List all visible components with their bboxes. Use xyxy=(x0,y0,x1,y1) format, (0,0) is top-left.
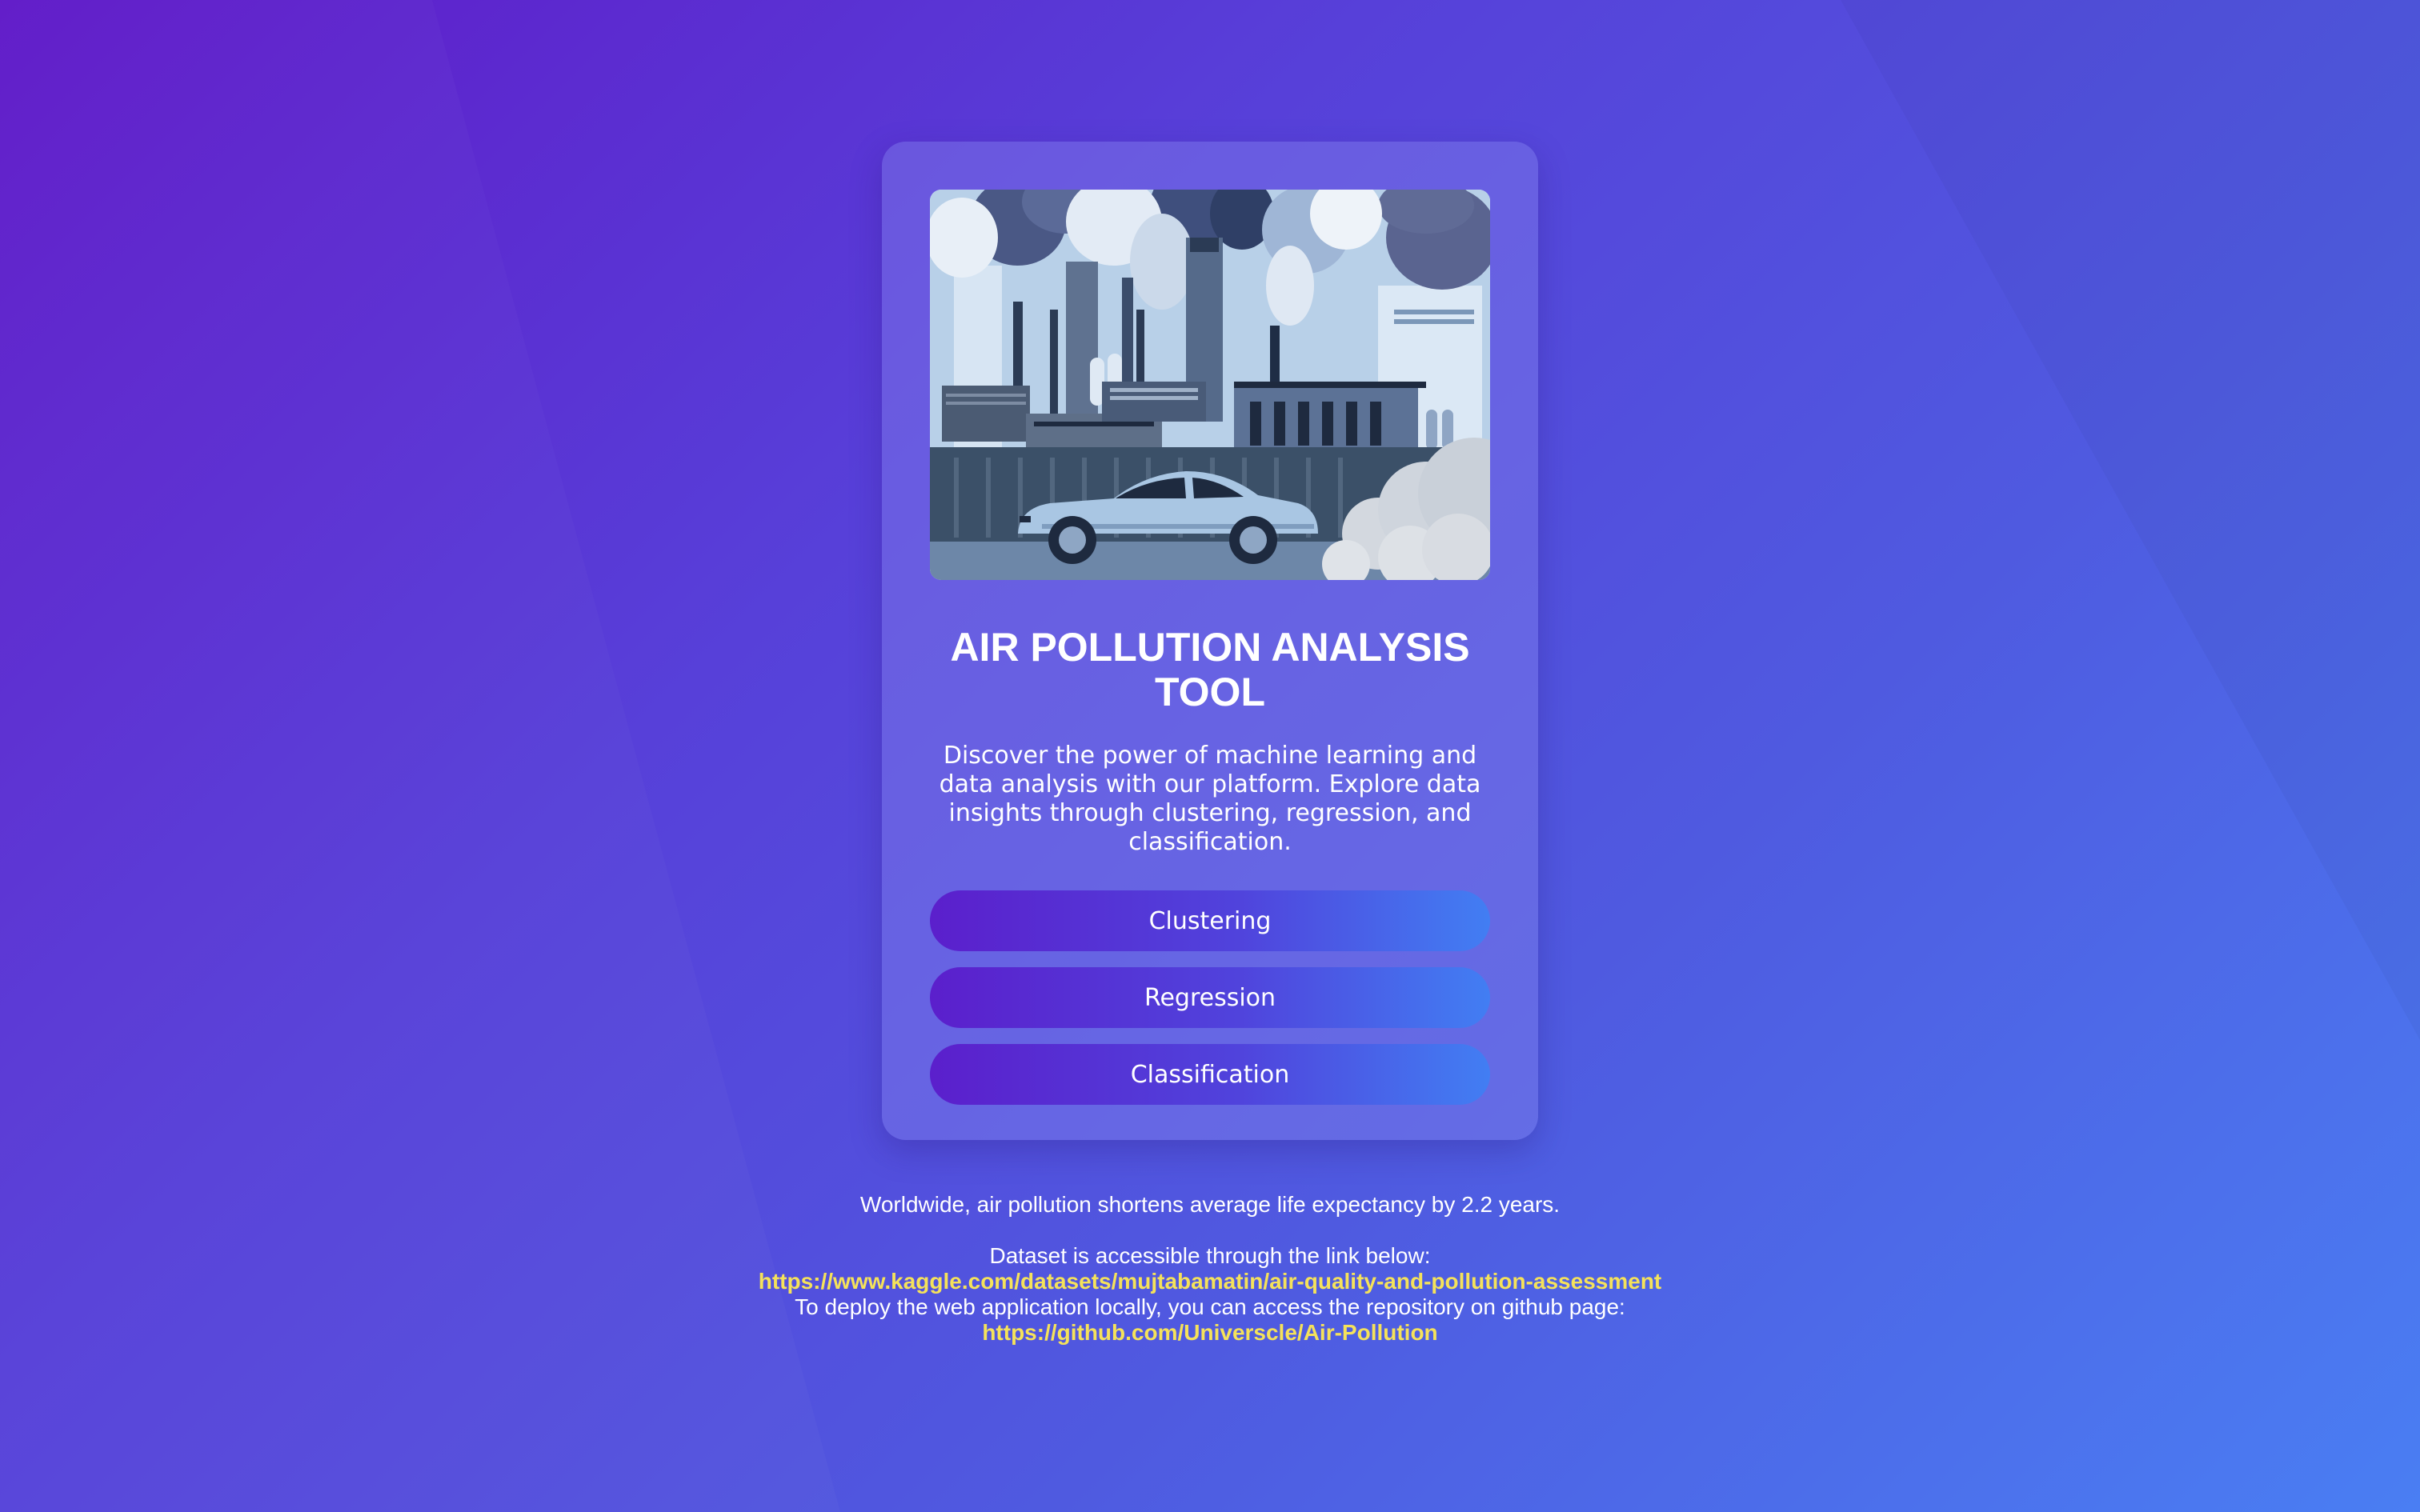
footer: Worldwide, air pollution shortens averag… xyxy=(0,1192,2420,1346)
life-expectancy-fact: Worldwide, air pollution shortens averag… xyxy=(859,1192,1561,1217)
action-buttons: Clustering Regression Classification xyxy=(930,890,1490,1105)
classification-button[interactable]: Classification xyxy=(930,1044,1490,1105)
clustering-button[interactable]: Clustering xyxy=(930,890,1490,951)
pollution-illustration xyxy=(930,190,1490,580)
regression-button[interactable]: Regression xyxy=(930,967,1490,1028)
repository-link[interactable]: https://github.com/Universcle/Air-Pollut… xyxy=(982,1320,1437,1345)
description-text: Discover the power of machine learning a… xyxy=(939,742,1481,856)
dataset-intro: Dataset is accessible through the link b… xyxy=(989,1243,1431,1268)
main-card: AIR POLLUTION ANALYSIS TOOL Discover the… xyxy=(882,142,1538,1140)
repo-intro: To deploy the web application locally, y… xyxy=(795,1294,1625,1319)
page-title: AIR POLLUTION ANALYSIS TOOL xyxy=(950,625,1470,714)
dataset-link[interactable]: https://www.kaggle.com/datasets/mujtabam… xyxy=(759,1269,1662,1294)
